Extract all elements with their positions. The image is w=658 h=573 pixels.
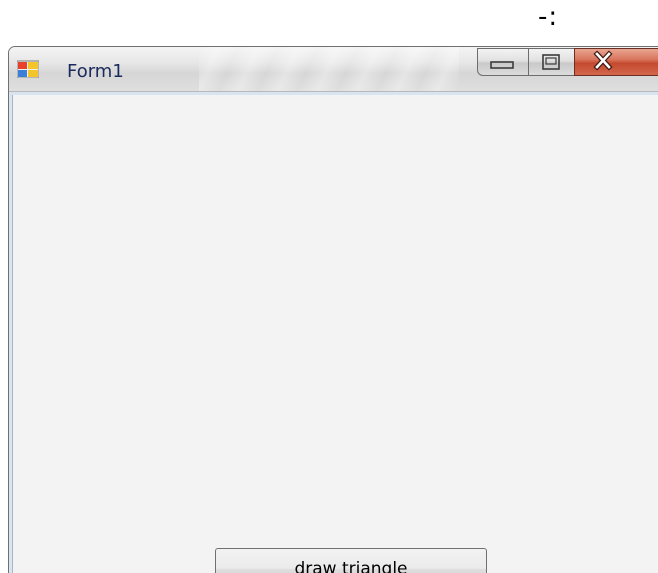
form-window: Form1 draw triangle bbox=[8, 46, 658, 573]
page: -: Form1 draw triangle bbox=[0, 0, 658, 573]
draw-triangle-button[interactable]: draw triangle bbox=[215, 548, 487, 573]
caption-text: -: bbox=[538, 2, 559, 32]
close-button[interactable] bbox=[574, 48, 658, 76]
form-client-area: draw triangle bbox=[12, 95, 658, 573]
window-title: Form1 bbox=[67, 61, 124, 82]
maximize-button[interactable] bbox=[528, 48, 575, 76]
maximize-icon bbox=[542, 54, 560, 70]
minimize-button[interactable] bbox=[477, 48, 529, 76]
close-icon bbox=[593, 50, 613, 71]
windows-form-icon[interactable] bbox=[16, 60, 40, 79]
minimize-icon bbox=[490, 61, 514, 69]
title-bar[interactable]: Form1 bbox=[9, 47, 658, 92]
